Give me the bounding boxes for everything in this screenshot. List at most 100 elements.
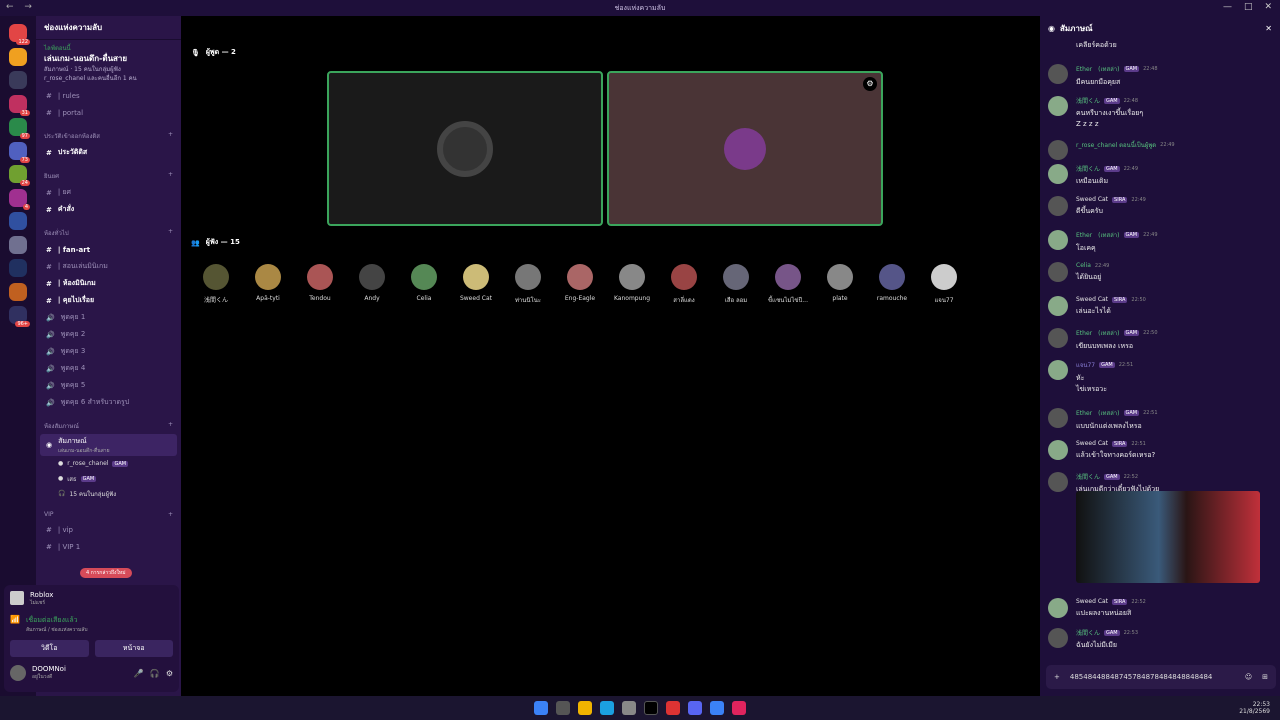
live-event[interactable]: ไลฟ์ตอนนี้ เล่นเกม-นอนดึก-ตื่นสาย สัมภาษ… bbox=[36, 40, 181, 87]
server-icon[interactable]: 4 bbox=[9, 188, 30, 210]
audience-member[interactable]: Kanompung bbox=[607, 264, 657, 302]
search-icon[interactable] bbox=[556, 701, 570, 715]
server-icon[interactable] bbox=[9, 47, 27, 66]
audience-member[interactable]: Sweed Cat bbox=[451, 264, 501, 302]
category-stage[interactable]: ห้องสัมภาษณ์ + bbox=[44, 421, 173, 431]
server-icon[interactable] bbox=[9, 259, 27, 277]
chat-message[interactable]: Sweed Cat SIRA 22:50 เล่นอะไรได้ bbox=[1048, 296, 1276, 317]
mic-icon[interactable]: 🎤 bbox=[134, 669, 144, 678]
server-header[interactable]: ช่องแห่งความลับ bbox=[36, 16, 181, 40]
server-icon[interactable]: 97 bbox=[9, 118, 30, 139]
audience-member[interactable]: Apā-tyti bbox=[243, 264, 293, 302]
chat-message[interactable]: Sweed Cat SIRA 22:52 แปะผลงานหน่อยสิ bbox=[1048, 598, 1276, 619]
unread-mentions-pill[interactable]: 4 การกล่าวถึงใหม่ bbox=[80, 568, 132, 578]
channel-rules[interactable]: # | rules bbox=[36, 87, 181, 104]
server-icon[interactable]: 73 bbox=[9, 141, 30, 163]
audience-member[interactable]: สาลี่แดง bbox=[659, 264, 709, 305]
chat-message[interactable]: Sweed Cat SIRA 22:51 แล้วเข้าใจทางคอร์ดเหรอ… bbox=[1048, 440, 1276, 461]
server-icon[interactable]: 31 bbox=[9, 94, 30, 116]
stage-listeners[interactable]: 🎧 15 คนในกลุ่มผู้ฟัง bbox=[36, 486, 181, 501]
voice-channel[interactable]: 🔊 พูดคุย 1 bbox=[36, 309, 181, 326]
app-icon[interactable] bbox=[666, 701, 680, 715]
user-area[interactable]: DOOMNoi อยู่ในวงดี 🎤 🎧 ⚙ bbox=[4, 661, 179, 685]
clock[interactable]: 22:53 21/8/2569 bbox=[1239, 701, 1270, 715]
attachment-image[interactable] bbox=[1076, 491, 1260, 583]
discord-icon[interactable] bbox=[688, 701, 702, 715]
server-icon[interactable] bbox=[9, 235, 27, 254]
audience-member[interactable]: Andy bbox=[347, 264, 397, 302]
video-button[interactable]: วิดีโอ bbox=[10, 640, 89, 657]
gear-icon[interactable]: ⚙ bbox=[166, 669, 173, 678]
audience-member[interactable]: ท่านนิโนะ bbox=[503, 264, 553, 305]
chat-message[interactable]: Ether (เทสล่า) GAM 22:50 เขียนบทเพลง เหรอ bbox=[1048, 328, 1276, 352]
server-icon[interactable] bbox=[9, 282, 27, 301]
voice-connection[interactable]: 📶 เชื่อมต่อเสียงแล้ว สัมภาษณ์ / ช่องแห่งค… bbox=[4, 613, 179, 636]
edge-icon[interactable] bbox=[600, 701, 614, 715]
headphones-icon[interactable]: 🎧 bbox=[150, 669, 160, 678]
chat-message[interactable]: 浅間くん GAM 22:49 เหมือนเดิม bbox=[1048, 164, 1276, 187]
store-icon[interactable] bbox=[622, 701, 636, 715]
stage-member[interactable]: ● r_rose_chanel GAM bbox=[36, 456, 181, 471]
audience-member[interactable]: 浅間くん bbox=[191, 264, 241, 304]
close-icon[interactable]: ✕ bbox=[1265, 24, 1272, 33]
audience-header[interactable]: 👥 ผู้ฟัง — 15 bbox=[191, 237, 240, 248]
chat-message[interactable]: Celia 22:49 ได้ยินอยู่ bbox=[1048, 262, 1276, 283]
chat-message[interactable]: 浅間くん GAM 22:53 ฉันยังไม่มีเมีย bbox=[1048, 628, 1276, 651]
speakers-header[interactable]: 🎙 ผู้พูด — 2 bbox=[191, 47, 236, 58]
audience-member[interactable]: Tendou bbox=[295, 264, 345, 302]
category-history[interactable]: ประวัติเข้าออกห้องดิส + bbox=[44, 131, 173, 141]
category-vip[interactable]: VIP + bbox=[44, 511, 173, 518]
channel-vip[interactable]: # | vip bbox=[36, 521, 181, 538]
audience-member[interactable]: plate bbox=[815, 264, 865, 302]
folder-icon[interactable] bbox=[578, 701, 592, 715]
audience-member[interactable]: แจน77 bbox=[919, 264, 969, 305]
server-icon[interactable]: 24 bbox=[9, 165, 30, 186]
chat-message[interactable]: แจน77 GAM 22:51 หัะ ไข่เหรอวะ bbox=[1048, 360, 1276, 395]
audience-member[interactable]: เสือ ลอม bbox=[711, 264, 761, 305]
audience-member[interactable]: Eng-Eagle bbox=[555, 264, 605, 302]
chat-input[interactable]: + 48548448848745784878484848848484 ☺ ⊞ bbox=[1046, 665, 1276, 689]
tiktok-icon[interactable] bbox=[644, 701, 658, 715]
audience-member[interactable]: ramouche bbox=[867, 264, 917, 302]
minimize-icon[interactable]: — bbox=[1223, 2, 1232, 12]
voice-channel[interactable]: 🔊 พูดคุย 6 สำหรับวาดรูป bbox=[36, 394, 181, 411]
chat-message[interactable]: r_rose_chanel ตอนนี้เป็นผู้พูด 22:49 bbox=[1048, 140, 1276, 160]
settings-icon[interactable]: ⚙ bbox=[863, 77, 877, 91]
server-icon[interactable]: 122 bbox=[9, 24, 30, 45]
start-icon[interactable] bbox=[534, 701, 548, 715]
maximize-icon[interactable]: □ bbox=[1244, 2, 1253, 12]
chat-message[interactable]: Sweed Cat SIRA 22:49 ดีขึ้นครับ bbox=[1048, 196, 1276, 217]
channel-story[interactable]: # | คุยไปเรื่อย bbox=[36, 292, 181, 309]
voice-channel[interactable]: 🔊 พูดคุย 2 bbox=[36, 326, 181, 343]
channel-fanart[interactable]: # | fan-art bbox=[36, 241, 181, 258]
plus-icon[interactable]: + bbox=[168, 511, 173, 518]
plus-icon[interactable]: + bbox=[168, 228, 173, 238]
apps-icon[interactable]: ⊞ bbox=[1262, 673, 1268, 681]
close-icon[interactable]: ✕ bbox=[1264, 2, 1272, 12]
chat-message[interactable]: Ether (เทสล่า) GAM 22:49 โอเคคุ bbox=[1048, 230, 1276, 254]
emoji-icon[interactable]: ☺ bbox=[1245, 673, 1252, 681]
audience-member[interactable]: Celia bbox=[399, 264, 449, 302]
category-general[interactable]: ห้องทั่วไป + bbox=[44, 228, 173, 238]
app-icon[interactable] bbox=[732, 701, 746, 715]
voice-channel[interactable]: 🔊 พูดคุย 4 bbox=[36, 360, 181, 377]
channel-minigame[interactable]: # | ห้องมินิเกม bbox=[36, 275, 181, 292]
stage-member[interactable]: ● เสธ GAM bbox=[36, 471, 181, 486]
app-icon[interactable] bbox=[710, 701, 724, 715]
channel-history[interactable]: # ประวัติดิส bbox=[36, 144, 181, 161]
server-icon[interactable]: 96+ bbox=[9, 306, 30, 327]
audience-member[interactable]: ขี้เเซนไม่ไข่ปี... bbox=[763, 264, 813, 305]
voice-channel[interactable]: 🔊 พูดคุย 3 bbox=[36, 343, 181, 360]
channel-cmd[interactable]: # คำสั่ง bbox=[36, 201, 181, 218]
activity[interactable]: Roblox ไม่แชร์ bbox=[4, 585, 179, 613]
channel-muted[interactable]: # | สอนเล่นมินิเกม bbox=[36, 258, 181, 275]
plus-icon[interactable]: + bbox=[168, 421, 173, 431]
stage-channel[interactable]: ◉ สัมภาษณ์ เล่นเกม-นอนดึก-ตื่นสาย bbox=[40, 434, 177, 456]
plus-icon[interactable]: + bbox=[168, 131, 173, 141]
channel-portal[interactable]: # | portal bbox=[36, 104, 181, 121]
chat-message[interactable]: Ether (เทสล่า) GAM 22:51 แบบนักแต่งเพลงไหรอ bbox=[1048, 408, 1276, 432]
category-rank[interactable]: ยินยศ + bbox=[44, 171, 173, 181]
server-icon[interactable] bbox=[9, 71, 27, 89]
plus-icon[interactable]: + bbox=[168, 171, 173, 181]
speaker-tile[interactable]: ⚙ bbox=[607, 71, 883, 226]
